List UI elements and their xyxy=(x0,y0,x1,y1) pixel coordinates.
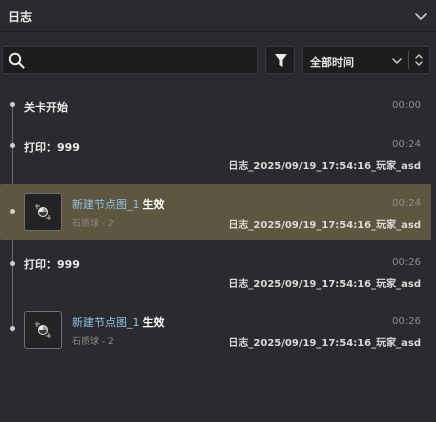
entry-title: 打印：999 xyxy=(24,141,80,154)
timeline-dot xyxy=(10,209,15,214)
log-entry[interactable]: 新建节点图_1 生效 石质球 - 2 00:26 日志_2025/09/19_17… xyxy=(0,302,431,358)
log-panel-header[interactable]: 日志 xyxy=(0,0,436,32)
search-icon xyxy=(8,52,25,69)
chevron-down-icon xyxy=(392,58,402,64)
entry-time: 00:00 xyxy=(392,100,421,111)
divider xyxy=(408,51,409,69)
chevron-down-icon[interactable] xyxy=(414,9,428,23)
entry-title: 关卡开始 xyxy=(24,101,68,114)
filter-icon xyxy=(275,54,287,67)
entry-log: 日志_2025/09/19_17:54:16_玩家_asd xyxy=(228,338,421,349)
node-graph-link[interactable]: 新建节点图_1 xyxy=(72,198,140,211)
node-title: 新建节点图_1 生效 xyxy=(72,196,165,212)
node-graph-link[interactable]: 新建节点图_1 xyxy=(72,316,140,329)
entry-title: 打印：999 xyxy=(24,258,80,271)
filter-button[interactable] xyxy=(265,46,295,74)
panel-title: 日志 xyxy=(8,10,33,24)
search-box xyxy=(2,46,258,74)
timeline-dot xyxy=(10,261,15,266)
time-range-label: 全部时间 xyxy=(310,56,354,69)
timeline-dot xyxy=(10,326,15,331)
time-range-select[interactable]: 全部时间 xyxy=(302,46,430,74)
up-down-arrows-icon[interactable] xyxy=(414,52,424,68)
node-subtitle: 石质球 - 2 xyxy=(72,337,114,347)
entry-time: 00:24 xyxy=(392,198,421,209)
entry-log: 日志_2025/09/19_17:54:16_玩家_asd xyxy=(228,161,421,172)
log-entry[interactable]: 打印：999 00:26 日志_2025/09/19_17:54:16_玩家_a… xyxy=(0,254,431,292)
timeline-dot xyxy=(10,102,15,107)
node-subtitle: 石质球 - 2 xyxy=(72,219,114,229)
node-effect: 生效 xyxy=(142,198,165,211)
log-entry[interactable]: 关卡开始 00:00 xyxy=(0,96,431,118)
entry-time: 00:24 xyxy=(392,139,421,150)
entry-time: 00:26 xyxy=(392,257,421,268)
node-graph-icon xyxy=(24,193,62,231)
entry-time: 00:26 xyxy=(392,316,421,327)
node-title: 新建节点图_1 生效 xyxy=(72,314,165,330)
timeline-dot xyxy=(10,143,15,148)
search-input[interactable] xyxy=(31,50,253,70)
entry-log: 日志_2025/09/19_17:54:16_玩家_asd xyxy=(228,220,421,231)
log-entry-selected[interactable]: 新建节点图_1 生效 石质球 - 2 00:24 日志_2025/09/19_17… xyxy=(0,184,431,240)
entry-log: 日志_2025/09/19_17:54:16_玩家_asd xyxy=(228,279,421,290)
node-graph-icon xyxy=(24,311,62,349)
log-entry[interactable]: 打印：999 00:24 日志_2025/09/19_17:54:16_玩家_a… xyxy=(0,136,431,174)
node-effect: 生效 xyxy=(142,316,165,329)
